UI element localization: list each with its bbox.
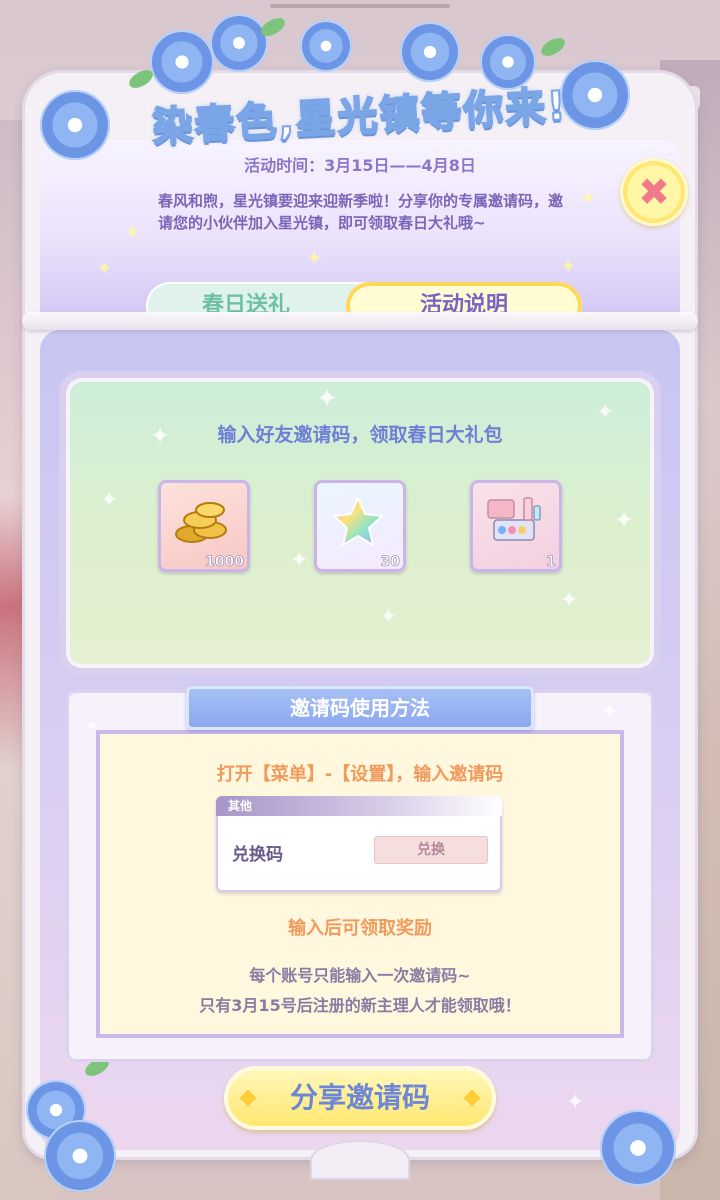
usage-after-note: 输入后可领取奖励 xyxy=(288,918,432,939)
flower-icon xyxy=(400,22,460,82)
event-time: 活动时间：3月15日——4月8日 xyxy=(244,156,476,175)
sparkle-icon: ✦ xyxy=(614,506,635,534)
sparkle-icon: ✦ xyxy=(100,488,119,513)
redeem-code-label: 兑换码 xyxy=(232,845,283,865)
flower-icon xyxy=(300,20,352,72)
usage-rule-1: 每个账号只能输入一次邀请码~ xyxy=(249,966,471,985)
gold-coins-icon xyxy=(175,502,227,543)
redeem-demo-header: 其他 xyxy=(216,796,502,816)
sparkle-icon: ✦ xyxy=(124,220,141,244)
close-button[interactable]: ✖ xyxy=(620,158,688,226)
sparkle-icon: ✦ xyxy=(96,256,113,280)
rainbow-star-icon xyxy=(333,497,383,546)
usage-step: 打开【菜单】-【设置】，输入邀请码 xyxy=(216,764,504,785)
sparkle-icon: ✦ xyxy=(560,588,579,613)
reward-count: 1 xyxy=(546,554,556,571)
flower-icon xyxy=(150,30,214,94)
share-invite-code-button[interactable]: 分享邀请码 xyxy=(224,1066,496,1130)
flower-icon xyxy=(600,1110,676,1186)
redeem-demo-header-label: 其他 xyxy=(228,799,253,813)
usage-banner-label: 邀请码使用方法 xyxy=(290,696,430,720)
redeem-demo-button: 兑换 xyxy=(374,836,488,864)
leaf-icon xyxy=(538,34,568,60)
flower-icon xyxy=(210,14,268,72)
usage-rule-2: 只有3月15号后注册的新主理人才能领取哦！ xyxy=(199,996,521,1015)
event-intro: 春风和煦，星光镇要迎来迎新季啦！分享你的专属邀请码，邀请您的小伙伴加入星光镇，即… xyxy=(158,192,564,232)
sparkle-icon: ✦ xyxy=(566,1090,585,1115)
close-icon: ✖ xyxy=(638,170,670,214)
reward-item-rainbow-star[interactable]: 30 xyxy=(314,480,406,572)
reward-item-coins[interactable]: 1000 xyxy=(158,480,250,572)
reward-item-makeup-kit[interactable]: 1 xyxy=(470,480,562,572)
share-button-label: 分享邀请码 xyxy=(289,1081,430,1114)
sparkle-icon: ✦ xyxy=(560,254,577,278)
sparkle-icon: ✦ xyxy=(306,246,323,270)
reward-title: 输入好友邀请码，领取春日大礼包 xyxy=(217,424,503,446)
sparkle-icon: ✦ xyxy=(316,384,338,414)
usage-banner: 邀请码使用方法 xyxy=(186,686,534,730)
header-divider xyxy=(22,312,698,330)
sparkle-icon: ✦ xyxy=(600,700,619,725)
sparkle-icon: ✦ xyxy=(380,604,397,628)
reward-count: 1000 xyxy=(205,554,245,571)
flower-icon xyxy=(44,1120,116,1192)
sparkle-icon: ✦ xyxy=(84,716,100,737)
reward-count: 30 xyxy=(380,554,400,571)
top-drag-handle xyxy=(270,4,450,8)
bottom-ornament xyxy=(310,1140,410,1180)
sparkle-icon: ✦ xyxy=(580,186,597,210)
makeup-kit-icon xyxy=(487,497,541,541)
sparkle-icon: ✦ xyxy=(290,548,309,573)
